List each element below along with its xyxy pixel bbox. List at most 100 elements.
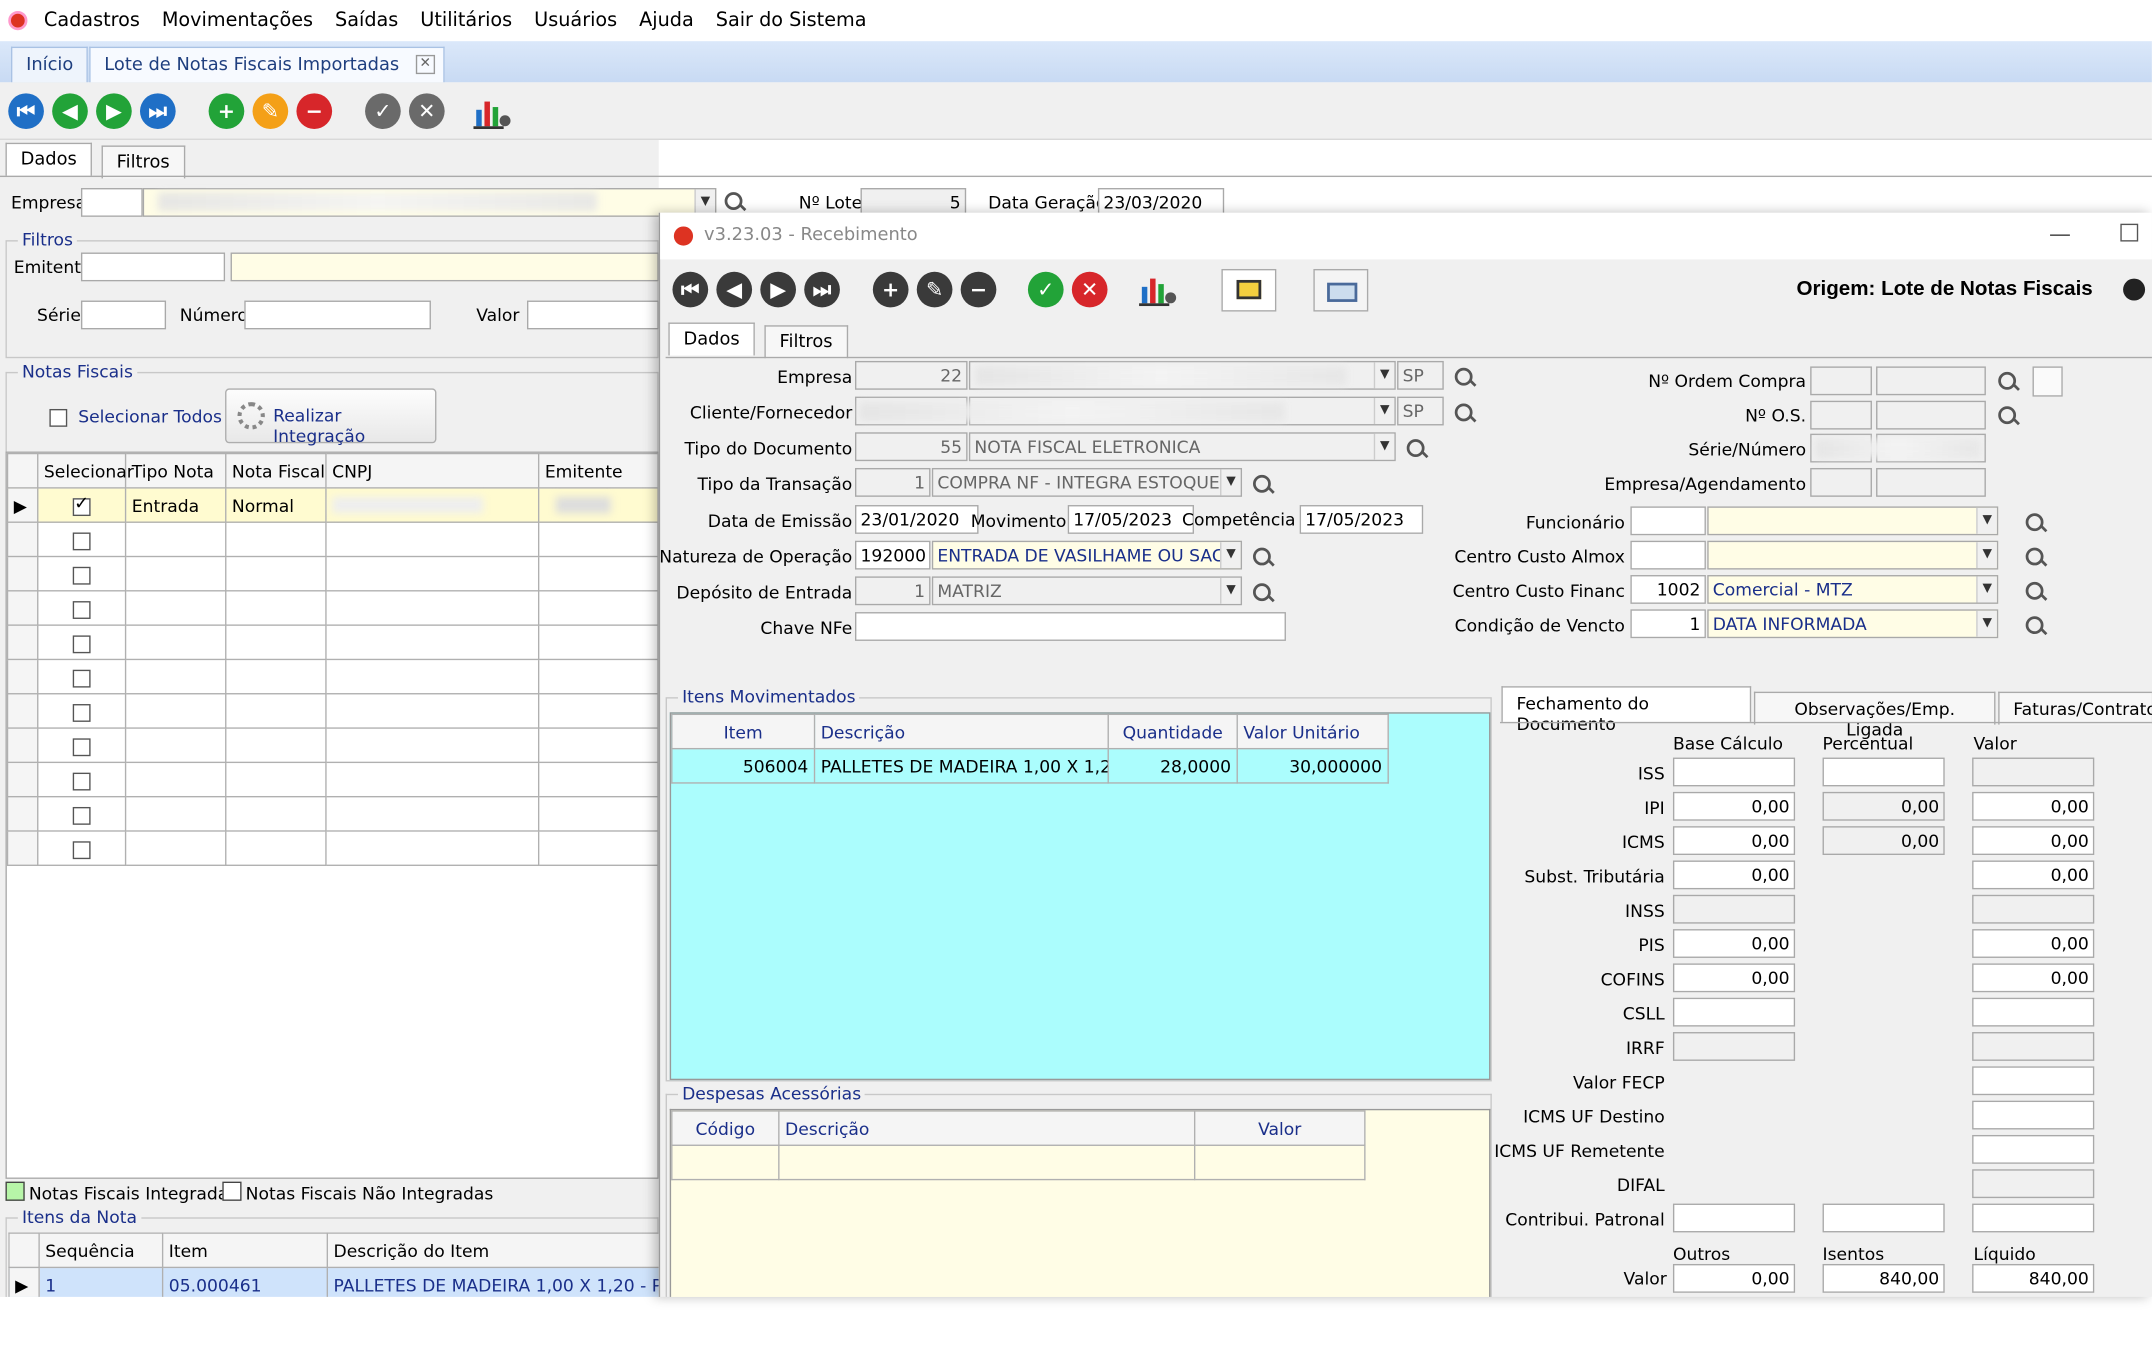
base-pis-field[interactable]: 0,00 xyxy=(1672,929,1796,958)
numero-input[interactable] xyxy=(244,300,431,330)
print-button[interactable] xyxy=(1313,268,1369,312)
valor-icms-uf-remetente-field[interactable] xyxy=(1972,1134,2095,1164)
valor-icms-uf-destino-field[interactable] xyxy=(1972,1100,2095,1130)
checkbox-icon[interactable] xyxy=(72,771,91,790)
tipo-transacao-select[interactable]: COMPRA NF - INTEGRA ESTOQUE ▼ xyxy=(931,467,1243,497)
base-csll-field[interactable] xyxy=(1672,997,1796,1027)
valor-subst-tribut-ria-field[interactable]: 0,00 xyxy=(1972,860,2095,890)
valor-difal-field[interactable] xyxy=(1972,1169,2095,1199)
search-icon[interactable] xyxy=(2024,615,2049,640)
header-descricao-item[interactable]: Descrição do Item xyxy=(326,1232,659,1269)
cond-select[interactable]: DATA INFORMADA ▼ xyxy=(1707,609,1999,639)
tab-dados[interactable]: Dados xyxy=(668,322,755,356)
ccf-code-field[interactable]: 1002 xyxy=(1630,575,1706,604)
menu-utilitarios[interactable]: Utilitários xyxy=(420,10,512,32)
table-row[interactable] xyxy=(6,658,658,695)
header-sequencia[interactable]: Sequência xyxy=(38,1232,164,1269)
tipo-documento-select[interactable]: NOTA FISCAL ELETRONICA ▼ xyxy=(968,432,1396,462)
table-row[interactable] xyxy=(6,830,658,866)
edit-icon[interactable]: ✎ xyxy=(252,93,289,130)
table-row[interactable] xyxy=(6,693,658,729)
valor-ipi-field[interactable]: 0,00 xyxy=(1972,791,2095,821)
valor-inss-field[interactable] xyxy=(1972,894,2095,924)
data-emissao-field[interactable]: 23/01/2020 xyxy=(855,505,979,534)
search-icon[interactable] xyxy=(2024,546,2049,571)
base-iss-field[interactable] xyxy=(1672,757,1796,787)
menu-sair[interactable]: Sair do Sistema xyxy=(716,10,867,32)
base-inss-field[interactable] xyxy=(1672,894,1796,924)
add-icon[interactable]: + xyxy=(208,93,245,130)
natureza-select[interactable]: ENTRADA DE VASILHAME OU SACA ▼ xyxy=(931,540,1243,570)
header-nota-fiscal[interactable]: Nota Fiscal xyxy=(225,452,327,489)
tab-filtros[interactable]: Filtros xyxy=(101,145,185,179)
report-chart-icon[interactable] xyxy=(472,93,513,131)
funcionario-code-field[interactable] xyxy=(1630,506,1706,536)
table-row[interactable] xyxy=(6,624,658,661)
user-icon[interactable] xyxy=(2123,278,2146,301)
menu-cadastros[interactable]: Cadastros xyxy=(44,10,140,32)
realizar-integracao-button[interactable]: Realizar Integração xyxy=(225,388,437,446)
outros-field[interactable]: 0,00 xyxy=(1672,1263,1796,1293)
valor-icms-field[interactable]: 0,00 xyxy=(1972,826,2095,856)
first-record-icon[interactable]: ⏮ xyxy=(672,271,709,308)
valor-iss-field[interactable] xyxy=(1972,757,2095,787)
table-row[interactable] xyxy=(6,555,658,592)
cond-code-field[interactable]: 1 xyxy=(1630,609,1706,639)
base-subst-tribut-ria-field[interactable]: 0,00 xyxy=(1672,860,1796,890)
header-descricao[interactable]: Descrição xyxy=(813,713,1109,750)
valor-contribui-patronal-field[interactable] xyxy=(1972,1203,2095,1233)
agend-field-2[interactable] xyxy=(1876,467,1986,497)
search-icon[interactable] xyxy=(1252,582,1277,607)
base-icms-field[interactable]: 0,00 xyxy=(1672,826,1796,856)
table-row[interactable] xyxy=(6,761,658,798)
header-quantidade[interactable]: Quantidade xyxy=(1107,713,1238,750)
checkbox-icon[interactable] xyxy=(72,669,91,687)
checkbox-icon[interactable] xyxy=(72,806,91,825)
tipo-documento-code-field[interactable]: 55 xyxy=(855,432,968,462)
search-icon[interactable] xyxy=(1252,473,1277,498)
confirm-icon[interactable]: ✓ xyxy=(1027,271,1064,308)
empresa-uf-field[interactable]: SP xyxy=(1397,360,1444,390)
liquido-field[interactable]: 840,00 xyxy=(1972,1263,2095,1293)
tab-lote-notas[interactable]: Lote de Notas Fiscais Importadas ✕ xyxy=(89,46,445,83)
checkbox-icon[interactable] xyxy=(72,600,91,619)
serie-input[interactable] xyxy=(80,300,167,330)
edit-icon[interactable]: ✎ xyxy=(916,271,953,308)
maximize-icon[interactable] xyxy=(2120,223,2139,242)
checkbox-icon[interactable] xyxy=(72,840,91,859)
cancel-icon[interactable]: ✕ xyxy=(1071,271,1108,308)
previous-record-icon[interactable]: ◀ xyxy=(716,271,753,308)
table-row[interactable]: ▶ Entrada Normal xyxy=(6,487,658,523)
perc-contribui-patronal-field[interactable] xyxy=(1822,1203,1945,1233)
valor-pis-field[interactable]: 0,00 xyxy=(1972,929,2095,958)
valor-cofins-field[interactable]: 0,00 xyxy=(1972,963,2095,993)
ordem-compra-field-2[interactable] xyxy=(1876,366,1986,396)
cliente-uf-field[interactable]: SP xyxy=(1397,396,1444,426)
tab-inicio[interactable]: Início xyxy=(10,46,89,83)
checkbox-icon[interactable] xyxy=(72,703,91,722)
confirm-icon[interactable]: ✓ xyxy=(365,93,401,130)
next-record-icon[interactable]: ▶ xyxy=(96,93,132,130)
tab-faturas[interactable]: Faturas/Contrato xyxy=(1998,691,2152,725)
header-descricao[interactable]: Descrição xyxy=(778,1110,1196,1146)
report-chart-icon[interactable] xyxy=(1138,270,1179,308)
chave-nfe-field[interactable] xyxy=(855,612,1286,641)
natureza-code-field[interactable]: 192000 xyxy=(855,540,931,570)
search-icon[interactable] xyxy=(1997,405,2022,430)
search-icon[interactable] xyxy=(2024,512,2049,537)
isentos-field[interactable]: 840,00 xyxy=(1822,1263,1945,1293)
last-record-icon[interactable]: ⏭ xyxy=(139,93,176,130)
tab-dados[interactable]: Dados xyxy=(5,142,92,176)
header-cnpj[interactable]: CNPJ xyxy=(325,452,540,489)
add-icon[interactable]: + xyxy=(872,271,909,308)
table-row[interactable]: ▶ 1 05.000461 PALLETES DE MADEIRA 1,00 X… xyxy=(8,1266,659,1297)
table-row[interactable] xyxy=(671,1144,1366,1181)
last-record-icon[interactable]: ⏭ xyxy=(804,271,840,308)
row-checkbox[interactable] xyxy=(37,487,127,523)
next-record-icon[interactable]: ▶ xyxy=(760,271,796,308)
delete-icon[interactable]: − xyxy=(296,93,333,130)
tab-filtros[interactable]: Filtros xyxy=(764,325,848,359)
base-irrf-field[interactable] xyxy=(1672,1032,1796,1061)
cca-select[interactable]: ▼ xyxy=(1707,540,1999,570)
tipo-transacao-code-field[interactable]: 1 xyxy=(855,467,931,497)
